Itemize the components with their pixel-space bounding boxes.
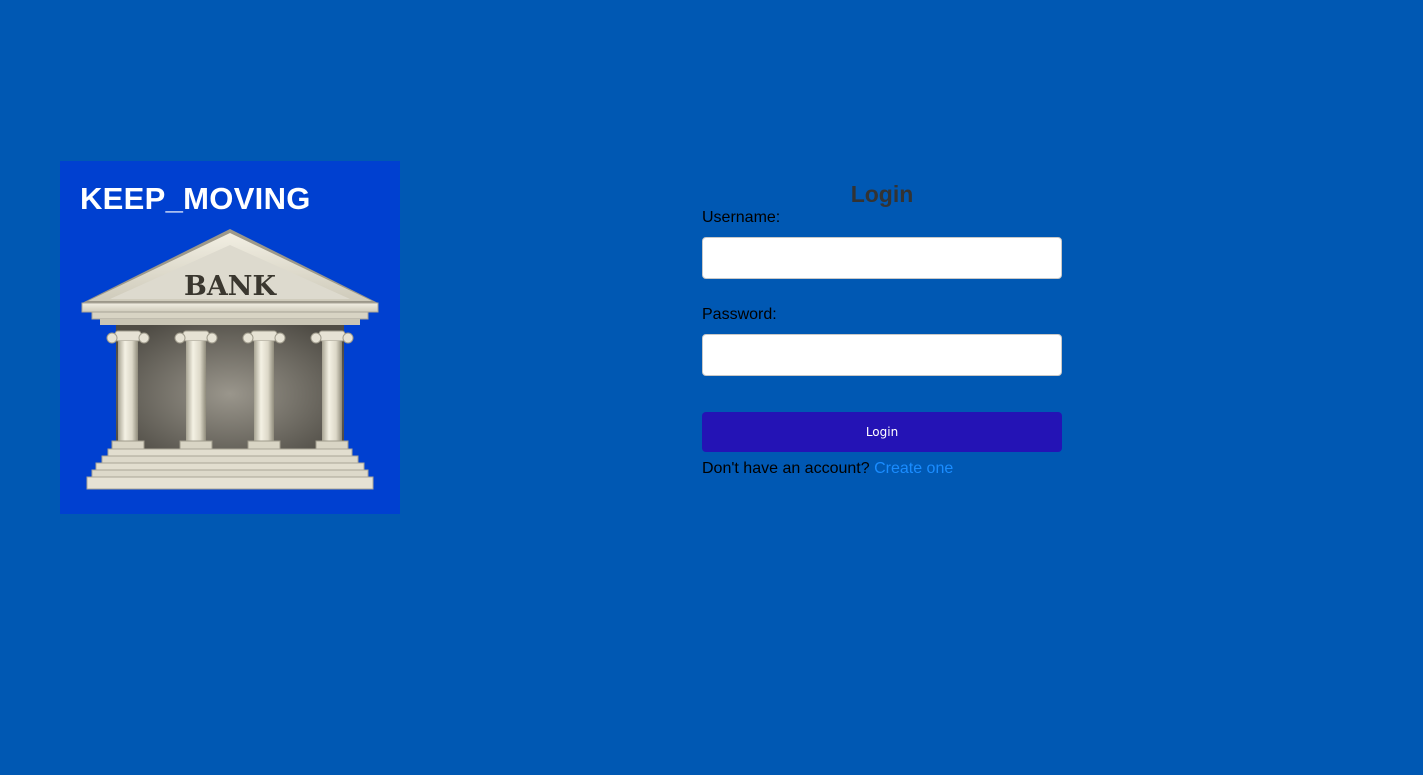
bank-illustration-text: BANK <box>184 271 277 302</box>
create-account-link[interactable]: Create one <box>874 460 953 477</box>
username-label: Username: <box>702 209 781 226</box>
password-input[interactable] <box>702 334 1062 376</box>
password-label: Password: <box>702 306 777 323</box>
login-form: Login Username: Password: Login Don't ha… <box>702 180 1062 478</box>
brand-title: KEEP_MOVING <box>80 181 311 216</box>
brand-panel: KEEP_MOVING BANK <box>60 161 400 514</box>
login-heading: Login <box>850 181 914 207</box>
login-button[interactable]: Login <box>702 412 1062 452</box>
bank-building-icon: BANK <box>81 229 379 490</box>
signup-prompt-text: Don't have an account? <box>702 460 870 477</box>
signup-prompt-line: Don't have an account? Create one <box>702 460 1062 478</box>
username-input[interactable] <box>702 237 1062 279</box>
